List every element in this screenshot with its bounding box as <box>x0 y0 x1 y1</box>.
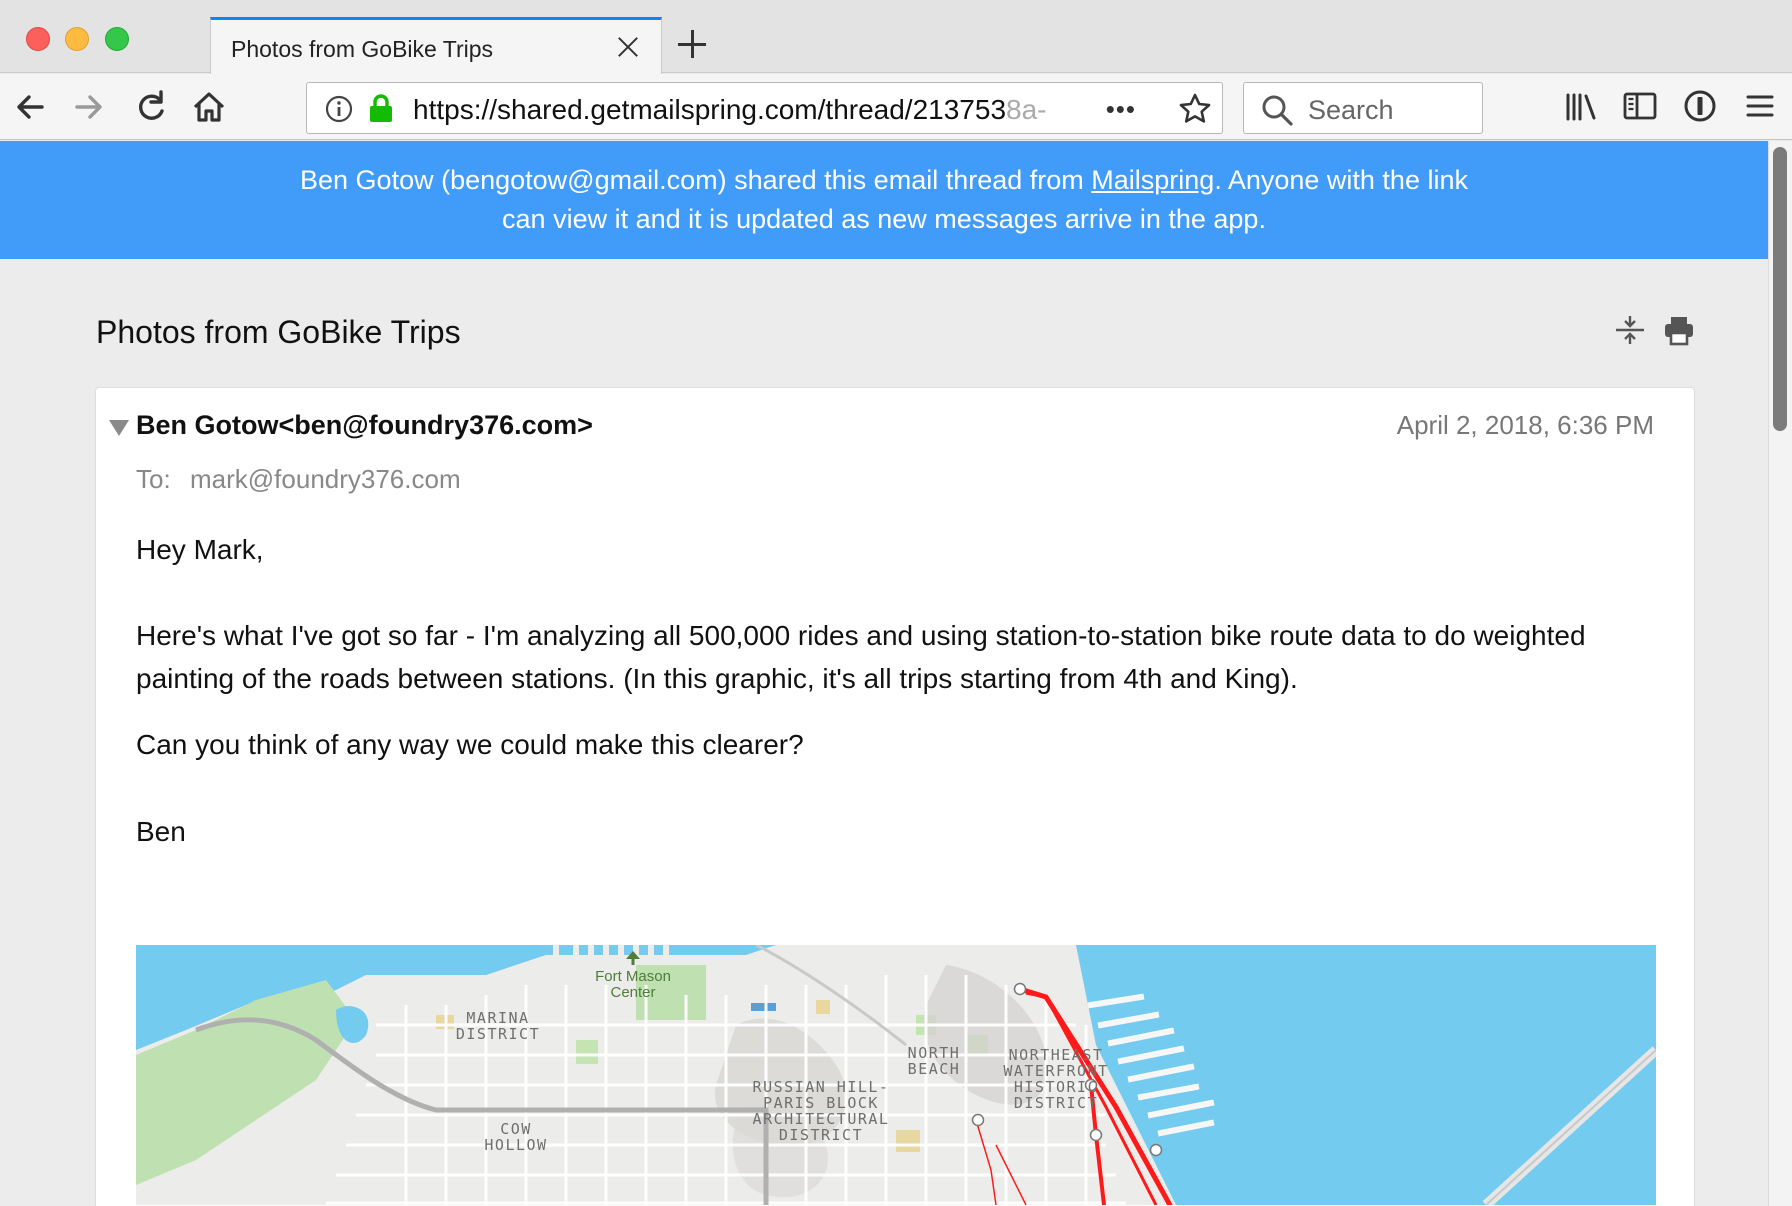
map-label-marina-district: DISTRICT <box>456 1025 540 1043</box>
page-actions-icon[interactable]: ••• <box>1106 94 1136 125</box>
sender-name[interactable]: Ben Gotow<ben@foundry376.com> <box>136 410 593 441</box>
mailspring-link[interactable]: Mailspring <box>1091 165 1214 195</box>
recipient[interactable]: mark@foundry376.com <box>190 464 461 495</box>
tab-title: Photos from GoBike Trips <box>231 36 493 63</box>
collapse-triangle-icon[interactable] <box>109 420 129 436</box>
body-signature: Ben <box>136 810 1676 853</box>
tab-close-icon[interactable] <box>615 34 641 60</box>
map-label-russian-district: DISTRICT <box>779 1126 863 1144</box>
message-date: April 2, 2018, 6:36 PM <box>1397 410 1654 441</box>
home-icon[interactable] <box>188 86 230 128</box>
info-icon[interactable] <box>325 95 353 123</box>
print-icon[interactable] <box>1662 313 1696 347</box>
navigation-bar: https://shared.getmailspring.com/thread/… <box>0 74 1792 140</box>
map-label-hollow: HOLLOW <box>484 1136 547 1154</box>
map-label-fort-mason: Fort Mason <box>595 968 671 985</box>
library-icon[interactable] <box>1561 86 1601 126</box>
password-manager-icon[interactable] <box>1680 86 1720 126</box>
body-greeting: Hey Mark, <box>136 528 1676 571</box>
share-banner-text: Ben Gotow (bengotow@gmail.com) shared th… <box>299 161 1469 239</box>
share-banner: Ben Gotow (bengotow@gmail.com) shared th… <box>0 141 1768 259</box>
map-label-fort-mason-center: Center <box>610 984 655 1001</box>
new-tab-icon[interactable] <box>678 30 706 58</box>
to-label: To: <box>136 464 171 495</box>
window-close-button[interactable] <box>26 27 50 51</box>
scrollbar[interactable] <box>1768 141 1792 1206</box>
page-viewport: Ben Gotow (bengotow@gmail.com) shared th… <box>0 141 1792 1206</box>
tab-active[interactable]: Photos from GoBike Trips <box>210 17 662 74</box>
reload-icon[interactable] <box>130 86 172 128</box>
expand-collapse-icon[interactable] <box>1613 313 1647 347</box>
map-label-beach: BEACH <box>908 1060 961 1078</box>
body-question: Can you think of any way we could make t… <box>136 723 1676 766</box>
forward-arrow-icon[interactable] <box>67 86 109 128</box>
back-arrow-icon[interactable] <box>10 86 52 128</box>
window-minimize-button[interactable] <box>65 27 89 51</box>
sidebar-icon[interactable] <box>1620 86 1660 126</box>
hamburger-menu-icon[interactable] <box>1740 86 1780 126</box>
url-main-text: https://shared.getmailspring.com/thread/… <box>413 94 1006 125</box>
banner-text-start: Ben Gotow (bengotow@gmail.com) shared th… <box>300 165 1091 195</box>
map-label-northeast-district: DISTRICT <box>1014 1094 1098 1112</box>
tab-bar: Photos from GoBike Trips <box>0 0 1792 73</box>
window-maximize-button[interactable] <box>105 27 129 51</box>
url-bar[interactable]: https://shared.getmailspring.com/thread/… <box>306 82 1223 134</box>
url-faded-text: 8a- <box>1006 94 1046 125</box>
search-input[interactable]: Search <box>1308 95 1394 126</box>
thread-title: Photos from GoBike Trips <box>96 314 461 351</box>
lock-icon[interactable] <box>367 93 395 123</box>
bookmark-star-icon[interactable] <box>1178 92 1212 126</box>
url-text[interactable]: https://shared.getmailspring.com/thread/… <box>413 94 1113 126</box>
scrollbar-thumb[interactable] <box>1773 147 1787 431</box>
map-image[interactable]: Fort Mason Center MARINA DISTRICT NORTH … <box>136 945 1656 1205</box>
search-bar[interactable]: Search <box>1243 82 1483 134</box>
bike-route-map: Fort Mason Center MARINA DISTRICT NORTH … <box>136 945 1656 1205</box>
message-card: Ben Gotow<ben@foundry376.com> April 2, 2… <box>95 387 1695 1206</box>
search-icon <box>1260 93 1294 127</box>
body-paragraph: Here's what I've got so far - I'm analyz… <box>136 614 1676 700</box>
